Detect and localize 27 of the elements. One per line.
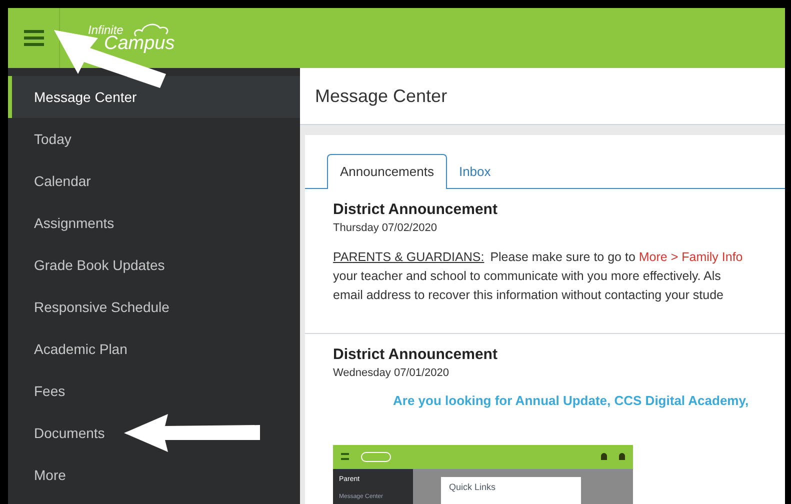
notice-text: Please make sure to go to [490, 249, 636, 266]
tab[interactable]: Announcements [327, 154, 447, 189]
announcement-title: District Announcement [333, 346, 498, 365]
notice-link[interactable]: More > Family Info [638, 248, 743, 268]
menu-icon [24, 30, 44, 46]
menu-icon [341, 453, 349, 460]
page-title: Message Center [315, 84, 448, 108]
sidebar-item[interactable]: Today [8, 118, 300, 160]
announcement-title: District Announcement [333, 201, 498, 220]
sidebar-item[interactable]: Documents [8, 412, 300, 454]
sidebar-item[interactable]: Academic Plan [8, 328, 300, 370]
quick-links-panel: Quick Links [441, 476, 581, 504]
notice-heading: PARENTS & GUARDIANS: [333, 249, 484, 266]
announcement-date: Wednesday 07/01/2020 [333, 366, 450, 381]
sidebar-item[interactable]: Fees [8, 370, 300, 412]
tab[interactable]: Inbox [446, 155, 503, 188]
announcement-date: Thursday 07/02/2020 [333, 220, 438, 236]
sidebar-item[interactable]: Assignments [8, 202, 300, 244]
notice-text: your teacher and school to communicate with you more effectively. Als [333, 268, 722, 286]
sidebar-item[interactable]: Grade Book Updates [8, 244, 300, 286]
sidebar-item[interactable]: Responsive Schedule [8, 286, 300, 328]
sidebar-item[interactable]: More [8, 454, 300, 496]
app-logo: Infinite Campus [88, 24, 175, 52]
announcement-headline: Are you looking for Annual Update, CCS Digital Academy, [392, 392, 750, 410]
notice-text: email address to recover this information without contacting your stude [333, 287, 724, 304]
sidebar-item[interactable]: Calendar [8, 160, 300, 202]
sidebar-item[interactable]: Message Center [8, 76, 300, 118]
